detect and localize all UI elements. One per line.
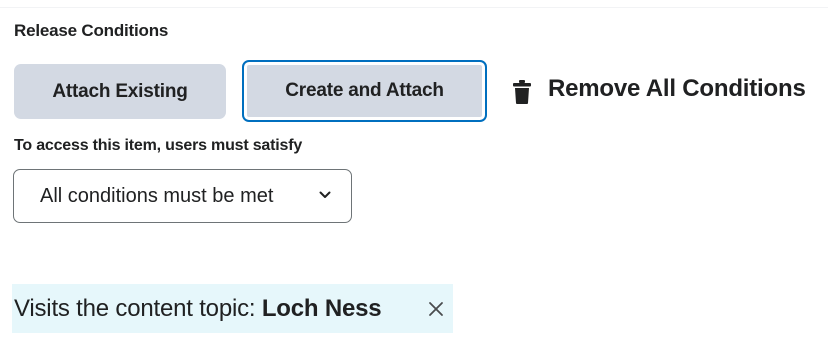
close-icon[interactable] — [427, 300, 445, 318]
top-divider — [0, 7, 828, 8]
attach-existing-label: Attach Existing — [52, 80, 188, 102]
access-criteria-label: To access this item, users must satisfy — [14, 137, 303, 154]
remove-all-conditions-button[interactable]: Remove All Conditions — [512, 72, 806, 106]
remove-all-conditions-label: Remove All Conditions — [548, 75, 806, 102]
create-and-attach-button[interactable]: Create and Attach — [242, 60, 487, 122]
criteria-select-value: All conditions must be met — [40, 184, 274, 207]
attach-existing-button[interactable]: Attach Existing — [14, 64, 226, 119]
release-conditions-heading: Release Conditions — [14, 21, 169, 40]
condition-type-text: Visits the content topic: — [14, 294, 262, 322]
condition-text: Visits the content topic: Loch Ness — [14, 294, 382, 323]
condition-topic-name: Loch Ness — [261, 294, 382, 322]
create-and-attach-label: Create and Attach — [285, 80, 444, 101]
criteria-select[interactable]: All conditions must be met — [13, 169, 352, 223]
chevron-down-icon — [319, 191, 331, 198]
trash-icon — [513, 80, 531, 104]
condition-item: Visits the content topic: Loch Ness — [12, 284, 453, 333]
release-conditions-panel: Release Conditions Attach Existing Creat… — [0, 0, 828, 348]
